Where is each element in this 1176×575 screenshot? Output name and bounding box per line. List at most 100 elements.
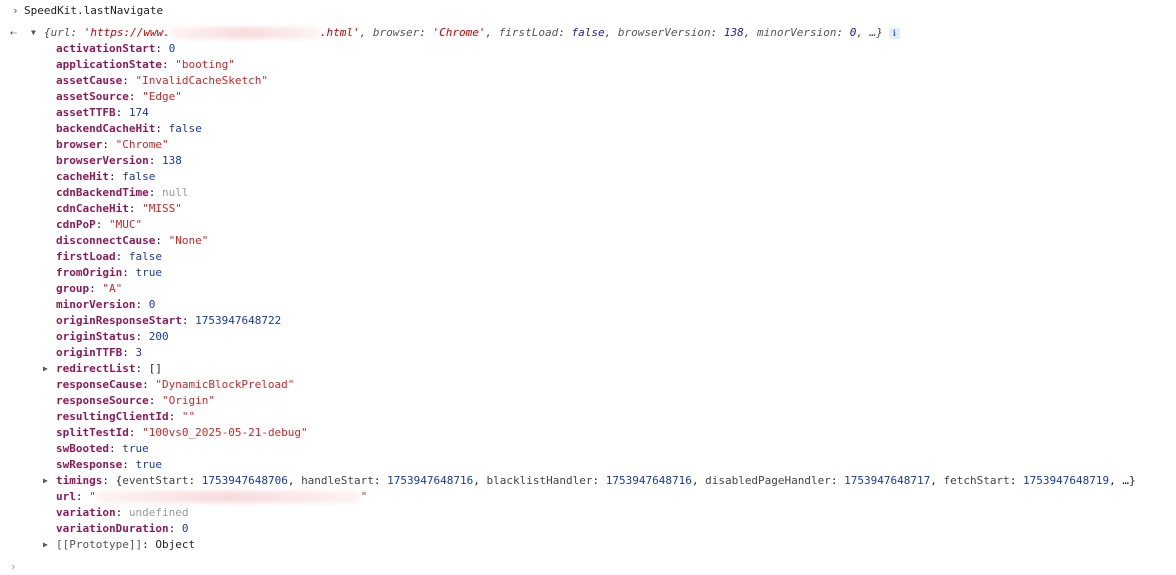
property-row-resultingclientid: resultingClientId: "" [0, 409, 1176, 425]
property: timings: {eventStart: 1753947648706, han… [56, 474, 1136, 487]
property-key: resultingClientId [56, 410, 169, 423]
property-value: "InvalidCacheSketch" [135, 74, 268, 87]
property-row-assetttfb: assetTTFB: 174 [0, 105, 1176, 121]
property-value: 0 [181, 522, 189, 535]
property-row-swresponse: swResponse: true [0, 457, 1176, 473]
property-key: browser [56, 138, 103, 151]
prompt-chevron-icon: › [10, 560, 17, 573]
property: cdnPoP: "MUC" [56, 218, 143, 231]
property-row-group: group: "A" [0, 281, 1176, 297]
property-key: swResponse [56, 458, 123, 471]
property-value: true [122, 442, 149, 455]
property-key: assetCause [56, 74, 123, 87]
property-row-assetcause: assetCause: "InvalidCacheSketch" [0, 73, 1176, 89]
property-key: disconnectCause [56, 234, 156, 247]
property-value: false [122, 170, 156, 183]
property-value: "Chrome" [115, 138, 169, 151]
property: variation: undefined [56, 506, 189, 519]
property: swResponse: true [56, 458, 162, 471]
property: splitTestId: "100vs0_2025-05-21-debug" [56, 426, 308, 439]
property: minorVersion: 0 [56, 298, 156, 311]
property: fromOrigin: true [56, 266, 162, 279]
property-key: timings [56, 474, 103, 487]
property-row-variationduration: variationDuration: 0 [0, 521, 1176, 537]
property-row-disconnectcause: disconnectCause: "None" [0, 233, 1176, 249]
redacted-url-blur [95, 491, 361, 503]
property-key: swBooted [56, 442, 109, 455]
property-value: 3 [135, 346, 143, 359]
property-value: undefined [128, 506, 189, 519]
property-row-variation: variation: undefined [0, 505, 1176, 521]
property-row-cdncachehit: cdnCacheHit: "MISS" [0, 201, 1176, 217]
property-row-backendcachehit: backendCacheHit: false [0, 121, 1176, 137]
property-key: activationStart [56, 42, 156, 55]
prompt-chevron-icon: › [12, 4, 19, 17]
property-key: variation [56, 506, 116, 519]
property: assetTTFB: 174 [56, 106, 149, 119]
property-key: cdnBackendTime [56, 186, 149, 199]
return-arrow-icon: ⇠ [10, 26, 17, 39]
property: activationStart: 0 [56, 42, 176, 55]
property: responseSource: "Origin" [56, 394, 215, 407]
expand-triangle-icon[interactable]: ▶ [43, 361, 51, 377]
property: url: " " [56, 490, 368, 503]
expand-triangle-icon[interactable]: ▼ [31, 25, 41, 41]
property-key: cdnPoP [56, 218, 96, 231]
property-key: fromOrigin [56, 266, 123, 279]
property-key: originResponseStart [56, 314, 182, 327]
property-key: assetSource [56, 90, 129, 103]
property-key: splitTestId [56, 426, 129, 439]
property: disconnectCause: "None" [56, 234, 209, 247]
property: cdnCacheHit: "MISS" [56, 202, 182, 215]
info-icon[interactable]: i [888, 27, 900, 39]
property-value: " [360, 490, 368, 503]
property-row-redirectlist[interactable]: ▶ redirectList: [] [0, 361, 1176, 377]
expand-triangle-icon[interactable]: ▶ [43, 473, 51, 489]
property-row-browser: browser: "Chrome" [0, 137, 1176, 153]
property-value: false [168, 122, 202, 135]
property-row-activationstart: activationStart: 0 [0, 41, 1176, 57]
property: responseCause: "DynamicBlockPreload" [56, 378, 295, 391]
property-value: 0 [148, 298, 156, 311]
property-row-minorversion: minorVersion: 0 [0, 297, 1176, 313]
property-value: true [135, 266, 162, 279]
console-command: SpeedKit.lastNavigate [24, 4, 164, 17]
property-row-responsesource: responseSource: "Origin" [0, 393, 1176, 409]
property-value: "Origin" [161, 394, 215, 407]
property-key: redirectList [56, 362, 136, 375]
property-row-swbooted: swBooted: true [0, 441, 1176, 457]
property-value: 200 [148, 330, 169, 343]
console-input-line[interactable]: › SpeedKit.lastNavigate [0, 3, 1176, 19]
property-key: backendCacheHit [56, 122, 156, 135]
object-preview: {url: 'https://www. .html', browser: 'Chr… [44, 25, 900, 41]
property-value: true [135, 458, 162, 471]
property-row-fromorigin: fromOrigin: true [0, 265, 1176, 281]
property-row-browserversion: browserVersion: 138 [0, 153, 1176, 169]
property: resultingClientId: "" [56, 410, 196, 423]
property-key: cacheHit [56, 170, 109, 183]
property: firstLoad: false [56, 250, 162, 263]
property-value: Object [155, 538, 196, 551]
property-row-prototype[interactable]: ▶ [[Prototype]]: Object [0, 537, 1176, 553]
property: [[Prototype]]: Object [56, 538, 196, 551]
expand-triangle-icon[interactable]: ▶ [43, 537, 51, 553]
property-value: [] [148, 362, 162, 375]
property: cacheHit: false [56, 170, 156, 183]
property-key: firstLoad [56, 250, 116, 263]
property-value: 174 [128, 106, 149, 119]
property-row-responsecause: responseCause: "DynamicBlockPreload" [0, 377, 1176, 393]
property: assetSource: "Edge" [56, 90, 182, 103]
property: originTTFB: 3 [56, 346, 143, 359]
property-key: cdnCacheHit [56, 202, 129, 215]
property-value: {eventStart: 1753947648706, handleStart:… [115, 474, 1136, 487]
property-value: 1753947648722 [195, 314, 282, 327]
property-row-assetsource: assetSource: "Edge" [0, 89, 1176, 105]
property-key: [[Prototype]] [56, 538, 143, 551]
property-row-timings[interactable]: ▶ timings: {eventStart: 1753947648706, ha… [0, 473, 1176, 489]
property-row-splittestid: splitTestId: "100vs0_2025-05-21-debug" [0, 425, 1176, 441]
property: backendCacheHit: false [56, 122, 202, 135]
console-prompt-line[interactable]: › [0, 559, 1176, 575]
console-result-summary[interactable]: ⇠ ▼ {url: 'https://www. .html', browser: … [0, 25, 1176, 41]
property: cdnBackendTime: null [56, 186, 189, 199]
property-row-originresponsestart: originResponseStart: 1753947648722 [0, 313, 1176, 329]
